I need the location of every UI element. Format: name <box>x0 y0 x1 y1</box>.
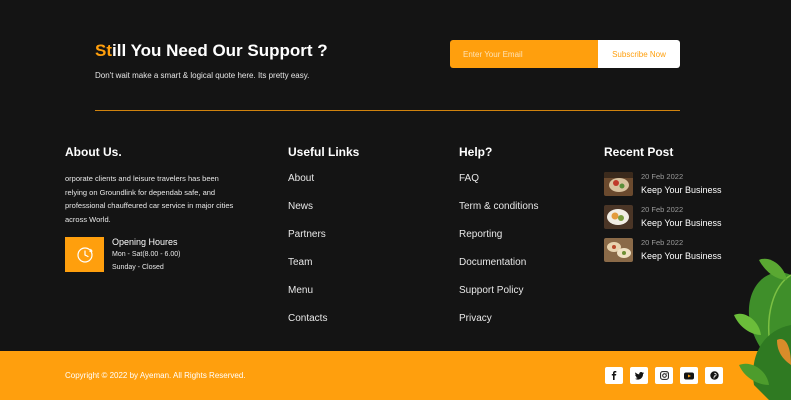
post-title[interactable]: Keep Your Business <box>641 185 722 195</box>
footer-link-reporting: Reporting <box>459 228 538 256</box>
clock-icon <box>65 237 104 272</box>
support-heading-accent: St <box>95 41 112 60</box>
link-label[interactable]: News <box>288 201 313 212</box>
support-subtitle: Don't wait make a smart & logical quote … <box>95 71 310 80</box>
youtube-icon[interactable] <box>680 367 698 384</box>
post-title[interactable]: Keep Your Business <box>641 218 722 228</box>
help-heading: Help? <box>459 145 493 159</box>
link-label[interactable]: Privacy <box>459 313 492 324</box>
useful-links-list: About News Partners Team Menu Contacts <box>288 172 327 340</box>
footer-link-team: Team <box>288 256 327 284</box>
copyright-text: Copyright © 2022 by Ayeman. All Rights R… <box>65 371 246 380</box>
link-label[interactable]: Reporting <box>459 229 502 240</box>
post-title[interactable]: Keep Your Business <box>641 251 722 261</box>
email-input[interactable] <box>450 40 598 68</box>
link-label[interactable]: Term & conditions <box>459 201 538 212</box>
about-text: orporate clients and leisure travelers h… <box>65 174 234 224</box>
footer-top-section: Still You Need Our Support ? Don't wait … <box>0 0 791 351</box>
post-date: 20 Feb 2022 <box>641 205 684 214</box>
recent-post-item[interactable]: 20 Feb 2022 Keep Your Business <box>604 205 744 231</box>
post-date: 20 Feb 2022 <box>641 238 684 247</box>
subscribe-form: Subscribe Now <box>450 40 680 68</box>
footer-link-contacts: Contacts <box>288 312 327 340</box>
instagram-icon[interactable] <box>655 367 673 384</box>
link-label[interactable]: About <box>288 173 314 184</box>
pinterest-icon[interactable] <box>705 367 723 384</box>
footer-link-terms: Term & conditions <box>459 200 538 228</box>
link-label[interactable]: Partners <box>288 229 326 240</box>
opening-hours-sunday: Sunday - Closed <box>112 264 164 271</box>
about-heading: About Us. <box>65 145 122 159</box>
link-label[interactable]: Documentation <box>459 257 526 268</box>
footer-bottom-bar: Copyright © 2022 by Ayeman. All Rights R… <box>0 351 791 400</box>
footer-link-partners: Partners <box>288 228 327 256</box>
help-links-list: FAQ Term & conditions Reporting Document… <box>459 172 538 340</box>
footer-link-documentation: Documentation <box>459 256 538 284</box>
link-label[interactable]: FAQ <box>459 173 479 184</box>
recent-post-item[interactable]: 20 Feb 2022 Keep Your Business <box>604 172 744 198</box>
footer-link-faq: FAQ <box>459 172 538 200</box>
post-thumbnail[interactable] <box>604 172 633 196</box>
section-divider <box>95 110 680 111</box>
footer-link-news: News <box>288 200 327 228</box>
link-label[interactable]: Menu <box>288 285 313 296</box>
support-heading-rest: ill You Need Our Support ? <box>112 41 328 60</box>
footer-link-privacy: Privacy <box>459 312 538 340</box>
recent-post-item[interactable]: 20 Feb 2022 Keep Your Business <box>604 238 744 264</box>
subscribe-button[interactable]: Subscribe Now <box>598 40 680 68</box>
link-label[interactable]: Team <box>288 257 312 268</box>
link-label[interactable]: Contacts <box>288 313 327 324</box>
support-heading: Still You Need Our Support ? <box>95 41 328 61</box>
twitter-icon[interactable] <box>630 367 648 384</box>
post-date: 20 Feb 2022 <box>641 172 684 181</box>
opening-hours-title: Opening Houres <box>112 237 178 247</box>
link-label[interactable]: Support Policy <box>459 285 523 296</box>
footer-link-about: About <box>288 172 327 200</box>
recent-post-heading: Recent Post <box>604 145 674 159</box>
social-links <box>605 367 723 384</box>
post-thumbnail[interactable] <box>604 205 633 229</box>
footer-link-support-policy: Support Policy <box>459 284 538 312</box>
footer-link-menu: Menu <box>288 284 327 312</box>
facebook-icon[interactable] <box>605 367 623 384</box>
decorative-leaf-icon <box>734 258 791 400</box>
post-thumbnail[interactable] <box>604 238 633 262</box>
useful-links-heading: Useful Links <box>288 145 360 159</box>
opening-hours-weekday: Mon - Sat(8.00 - 6.00) <box>112 251 181 258</box>
